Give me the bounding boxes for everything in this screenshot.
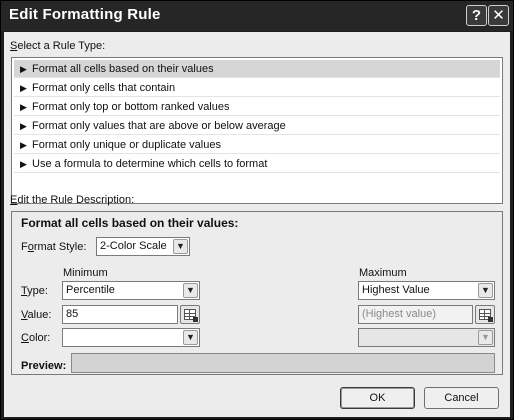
collapse-dialog-button[interactable] bbox=[180, 305, 200, 324]
color-label: Color: bbox=[21, 332, 51, 344]
arrow-right-icon: ▶ bbox=[20, 83, 27, 93]
minimum-header: Minimum bbox=[63, 267, 108, 279]
arrow-right-icon: ▶ bbox=[20, 102, 27, 112]
close-button[interactable]: ✕ bbox=[488, 5, 509, 26]
rule-type-item[interactable]: ▶ Use a formula to determine which cells … bbox=[14, 155, 500, 173]
rule-type-item[interactable]: ▶ Format all cells based on their values bbox=[14, 60, 500, 78]
color-scale-preview bbox=[71, 353, 495, 373]
chevron-down-icon: ▼ bbox=[478, 330, 493, 345]
chevron-down-icon[interactable]: ▼ bbox=[183, 283, 198, 298]
chevron-down-icon[interactable]: ▼ bbox=[478, 283, 493, 298]
maximum-type-select[interactable]: Highest Value ▼ bbox=[358, 281, 495, 300]
arrow-right-icon: ▶ bbox=[20, 64, 27, 74]
rule-type-list[interactable]: ▶ Format all cells based on their values … bbox=[11, 57, 503, 204]
rule-type-item[interactable]: ▶ Format only unique or duplicate values bbox=[14, 136, 500, 154]
arrow-right-icon: ▶ bbox=[20, 159, 27, 169]
help-button[interactable]: ? bbox=[466, 5, 487, 26]
rule-type-item[interactable]: ▶ Format only values that are above or be… bbox=[14, 117, 500, 135]
format-style-label: Format Style: bbox=[21, 241, 87, 253]
maximum-header: Maximum bbox=[359, 267, 407, 279]
rule-type-item[interactable]: ▶ Format only cells that contain bbox=[14, 79, 500, 97]
format-style-select[interactable]: 2-Color Scale ▼ bbox=[96, 237, 190, 256]
arrow-right-icon: ▶ bbox=[20, 121, 27, 131]
value-label: Value: bbox=[21, 309, 52, 321]
preview-label: Preview: bbox=[21, 360, 67, 372]
minimum-color-select[interactable]: ▼ bbox=[62, 328, 200, 347]
chevron-down-icon[interactable]: ▼ bbox=[183, 330, 198, 345]
select-rule-type-label: Select a Rule Type: bbox=[10, 40, 106, 52]
arrow-right-icon: ▶ bbox=[20, 140, 27, 150]
minimum-value-input[interactable]: 85 bbox=[62, 305, 178, 324]
ok-button[interactable]: OK bbox=[340, 387, 415, 409]
rule-description-panel: Format all cells based on their values: … bbox=[11, 211, 503, 375]
type-label: Type: bbox=[21, 285, 48, 297]
description-heading: Format all cells based on their values: bbox=[21, 216, 239, 230]
edit-formatting-rule-dialog: Edit Formatting Rule ? ✕ Select a Rule T… bbox=[0, 0, 514, 420]
chevron-down-icon[interactable]: ▼ bbox=[173, 239, 188, 254]
dialog-title: Edit Formatting Rule bbox=[9, 6, 161, 23]
cancel-button[interactable]: Cancel bbox=[424, 387, 499, 409]
maximum-value-input: (Highest value) bbox=[358, 305, 473, 324]
minimum-type-select[interactable]: Percentile ▼ bbox=[62, 281, 200, 300]
rule-type-item[interactable]: ▶ Format only top or bottom ranked values bbox=[14, 98, 500, 116]
maximum-color-select: ▼ bbox=[358, 328, 495, 347]
collapse-dialog-button bbox=[475, 305, 495, 324]
dialog-body: Select a Rule Type: ▶ Format all cells ba… bbox=[4, 32, 510, 417]
title-bar[interactable]: Edit Formatting Rule ? ✕ bbox=[1, 1, 513, 31]
edit-rule-description-label: Edit the Rule Description: bbox=[10, 194, 135, 206]
